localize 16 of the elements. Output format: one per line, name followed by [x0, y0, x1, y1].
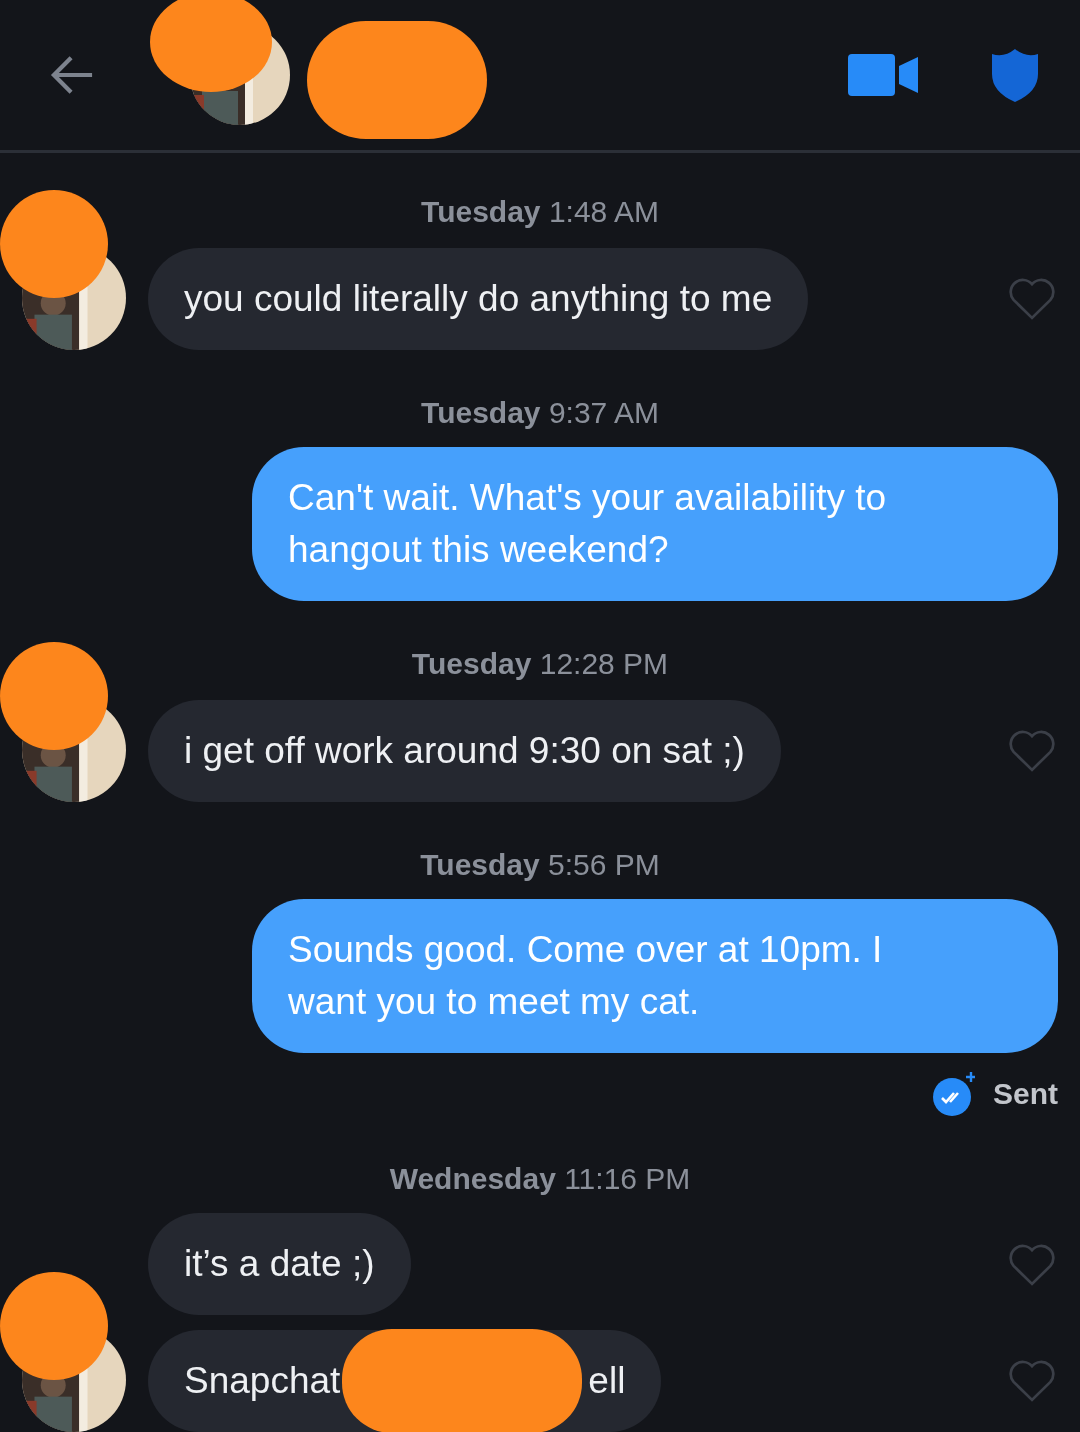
timestamp: Wednesday 11:16 PM: [388, 1162, 692, 1196]
double-check-icon: [933, 1072, 975, 1116]
timestamp: Tuesday 5:56 PM: [419, 848, 661, 882]
message-bubble: Sounds good. Come over at 10pm. I want you to meet my cat.: [252, 899, 1058, 1053]
message-bubble: i get off work around 9:30 on sat ;): [148, 700, 781, 802]
message-bubble: Can't wait. What's your availability to hangout this weekend?: [252, 447, 1058, 601]
timestamp: Tuesday 9:37 AM: [420, 396, 660, 430]
message-text: Snapchat: [184, 1359, 341, 1403]
timestamp: Tuesday 12:28 PM: [410, 647, 670, 681]
shield-icon[interactable]: [990, 48, 1040, 102]
message-bubble: you could literally do anything to me: [148, 248, 809, 350]
message-bubble: it’s a date ;): [148, 1213, 411, 1315]
timestamp: Tuesday 1:48 AM: [420, 195, 660, 229]
sent-status: Sent: [993, 1077, 1058, 1111]
video-camera-icon[interactable]: [848, 53, 920, 97]
message-text: ell: [588, 1359, 626, 1403]
